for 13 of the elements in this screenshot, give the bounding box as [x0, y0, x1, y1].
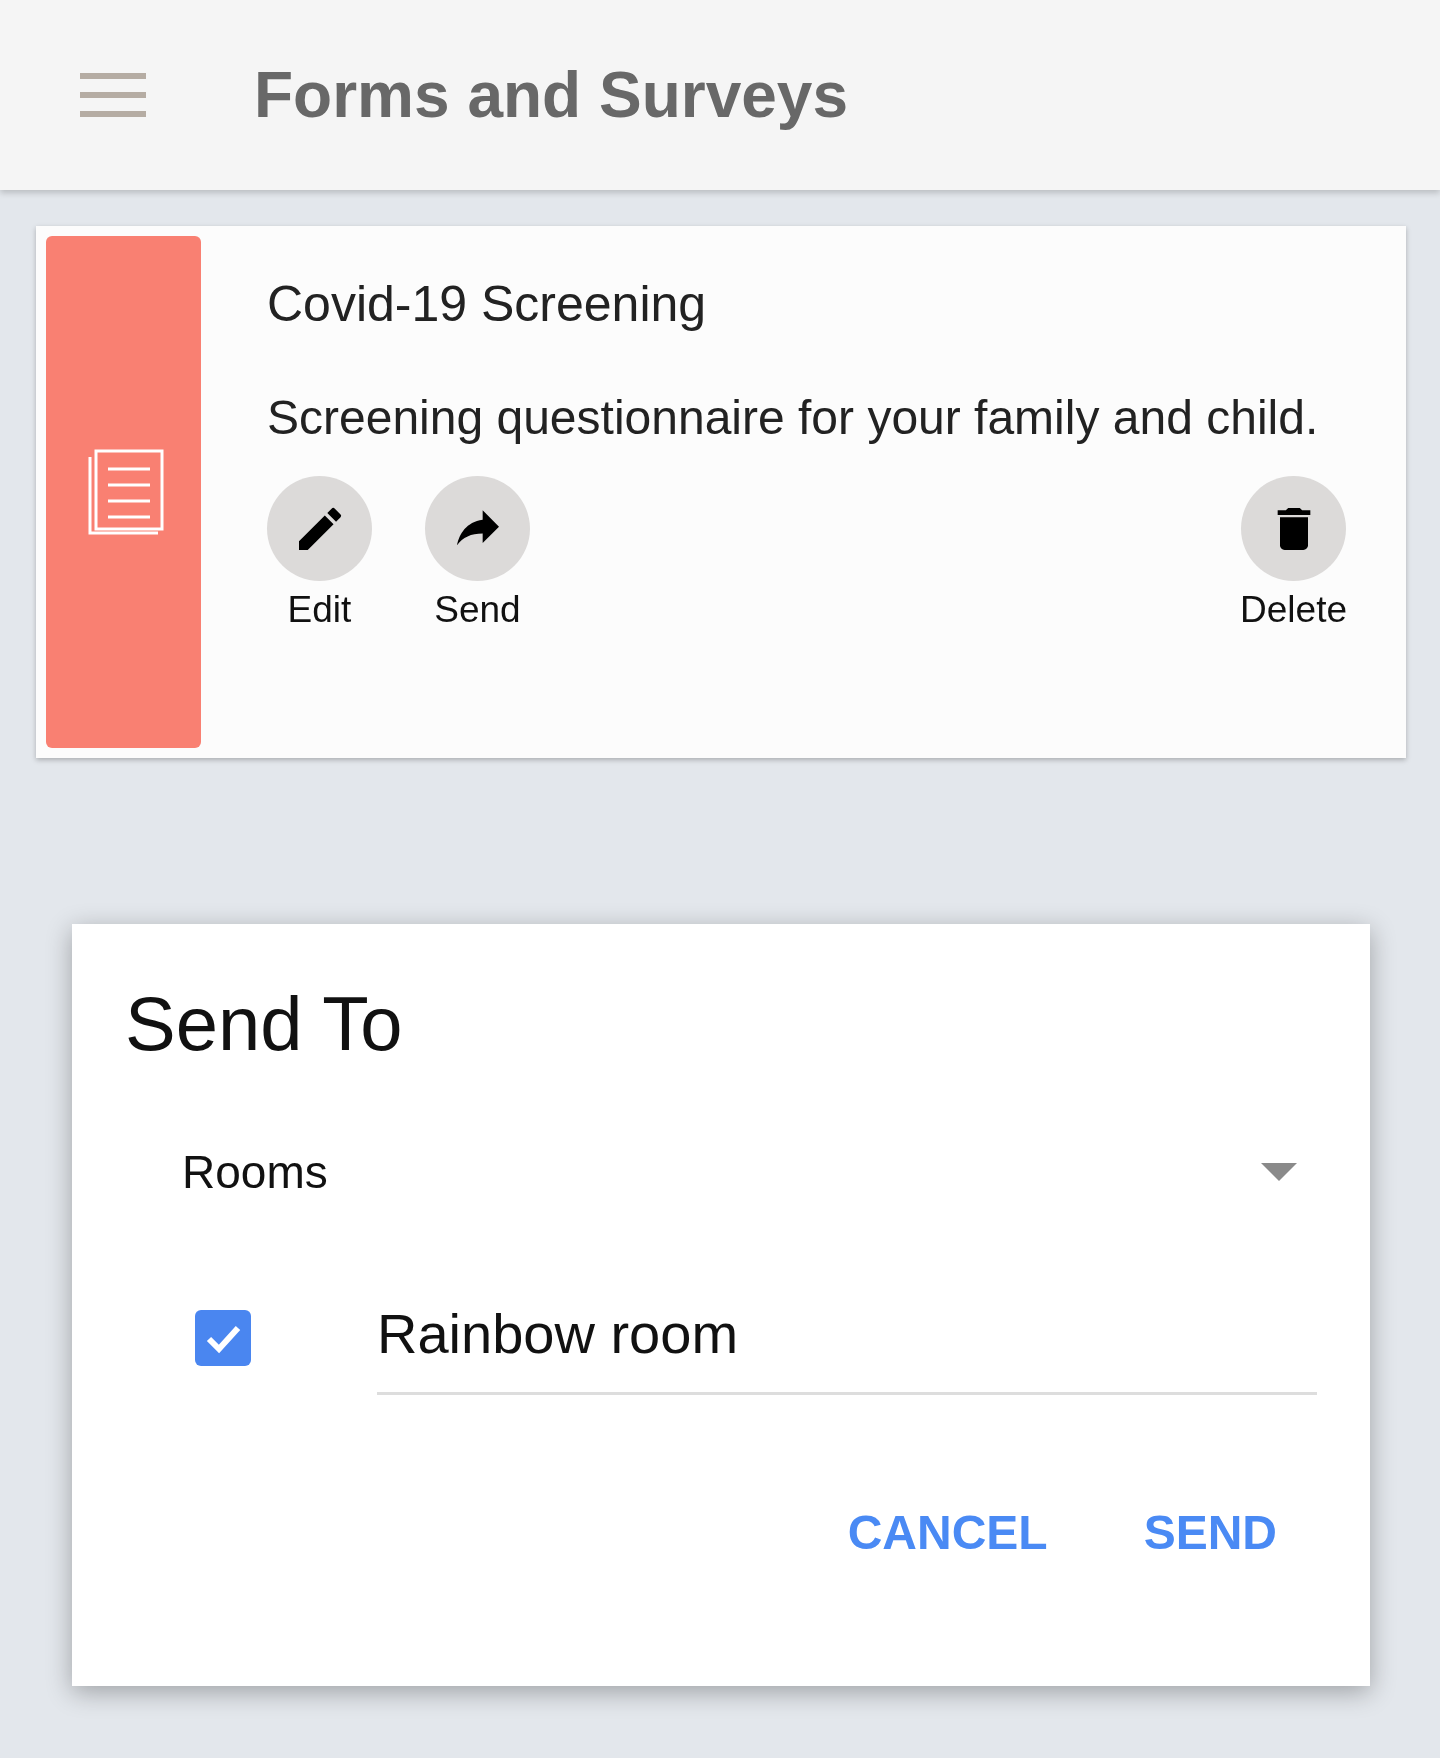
dialog-title: Send To [125, 980, 404, 1067]
checkbox[interactable] [195, 1310, 251, 1366]
send-button[interactable]: SEND [1143, 1505, 1277, 1560]
form-description: Screening questionnaire for your family and child. [267, 390, 1320, 446]
app-title: Forms and Surveys [254, 58, 848, 132]
form-title: Covid-19 Screening [267, 275, 708, 334]
action-label: Edit [287, 589, 352, 631]
room-label: Rainbow room [377, 1281, 1317, 1395]
rooms-dropdown[interactable]: Rooms [182, 1145, 1297, 1199]
action-label: Delete [1240, 589, 1347, 631]
cancel-button[interactable]: CANCEL [847, 1505, 1048, 1560]
action-label: Send [434, 589, 521, 631]
caret-icon [1261, 1163, 1297, 1181]
